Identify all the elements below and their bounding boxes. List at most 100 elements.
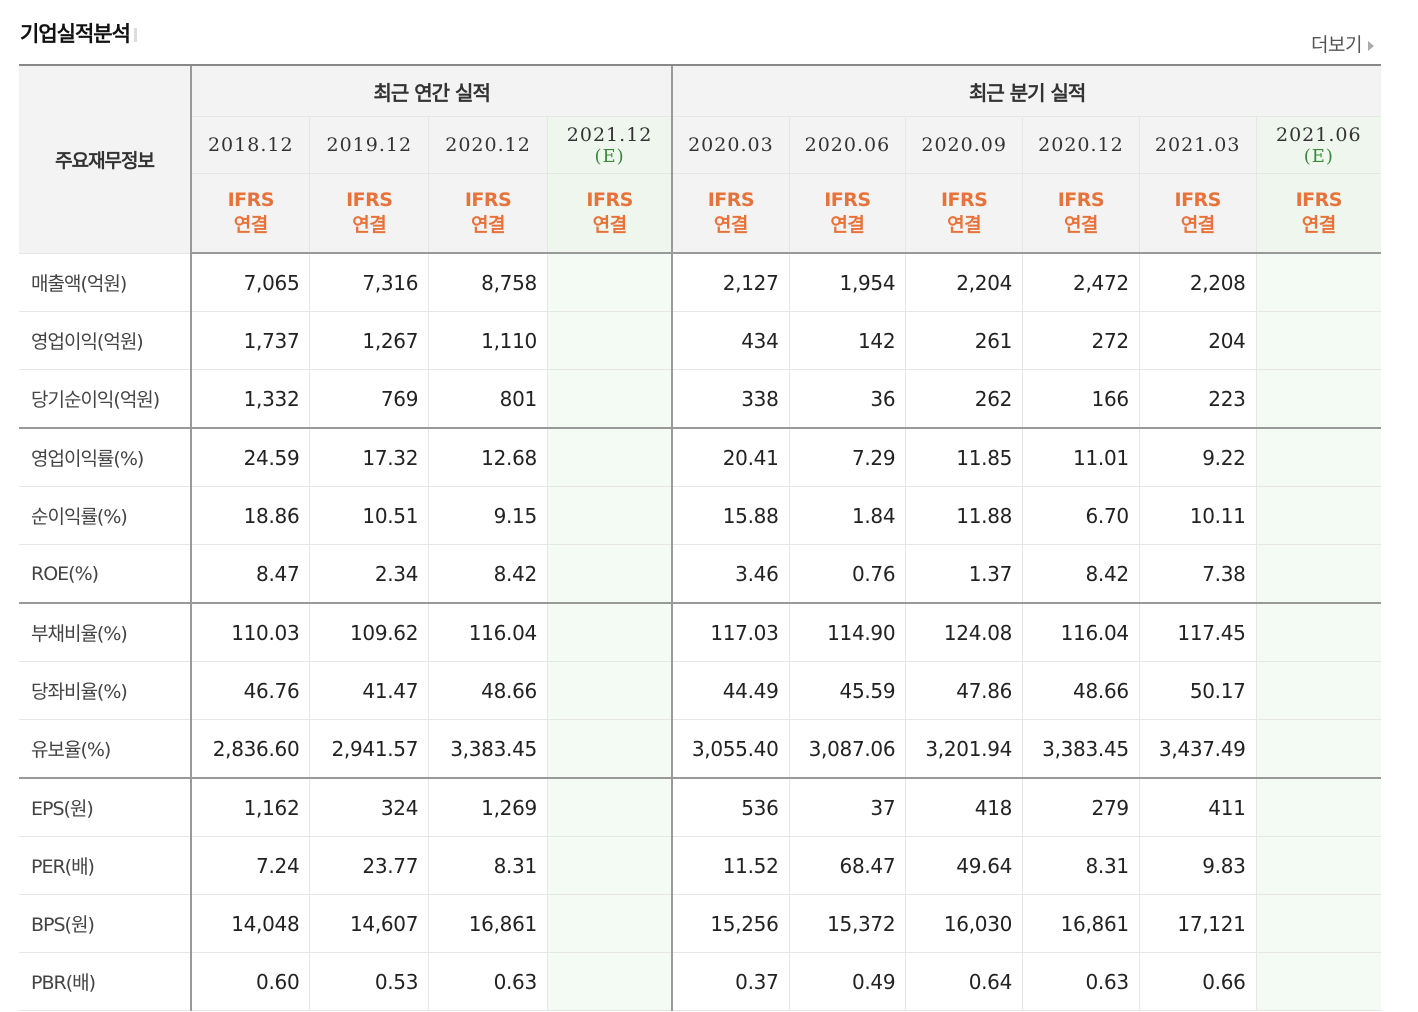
table-row: 순이익률(%) 18.86 10.51 9.15 15.88 1.84 11.88 6.70 1… [19,486,1381,545]
table-cell: 9.15 [428,486,548,545]
table-cell: 20.41 [671,428,790,487]
financial-summary-table: 주요재무정보 최근 연간 실적 최근 분기 실적 2018.12 2019.12 2020… [19,64,1381,1011]
row-label: 순이익률(%) [19,486,192,545]
more-link[interactable]: 더보기 [1311,30,1374,57]
table-cell [1255,369,1381,429]
quarter-group-header: 최근 분기 실적 [671,64,1381,117]
table-cell [1255,603,1381,662]
row-label: PER(배) [19,836,192,895]
table-row: 영업이익(억원) 1,737 1,267 1,110 434 142 261 272 204 [19,311,1381,370]
table-cell: 411 [1138,778,1257,837]
period-label: 2021.12 [566,123,653,146]
ifrs-label: IFRS [824,189,871,211]
period-label: 2020.03 [688,134,774,156]
header-group-row: 주요재무정보 최근 연간 실적 최근 분기 실적 [19,64,1381,254]
table-cell: 114.90 [788,603,906,662]
table-cell: 3,383.45 [1022,719,1140,779]
table-cell [1255,778,1381,837]
table-row: 영업이익률(%) 24.59 17.32 12.68 20.41 7.29 11.85 11.… [19,428,1381,487]
basis-label: 연결 [1301,214,1336,236]
table-cell: 11.88 [905,486,1023,545]
table-cell: 11.52 [671,836,790,895]
table-cell: 2,208 [1138,253,1257,312]
period-label: 2020.09 [921,134,1007,156]
table-cell [546,778,673,837]
period-header: 2020.03 [671,116,790,174]
table-cell [546,369,673,429]
table-cell: 2,472 [1022,253,1140,312]
table-cell: 0.53 [309,952,429,1011]
table-cell: 2,836.60 [190,719,310,779]
table-cell: 9.83 [1138,836,1257,895]
table-cell: 117.45 [1138,603,1257,662]
table-cell: 279 [1022,778,1140,837]
table-row: 매출액(억원) 7,065 7,316 8,758 2,127 1,954 2,204 2,4… [19,253,1381,312]
period-label: 2020.12 [1038,134,1124,156]
table-cell: 17,121 [1138,894,1257,953]
table-cell [1255,253,1381,312]
table-cell [546,544,673,604]
table-cell: 110.03 [190,603,310,662]
basis-header: IFRS 연결 [1138,173,1257,254]
period-header: 2019.12 [309,116,429,174]
basis-header: IFRS 연결 [190,173,310,254]
table-row: PBR(배) 0.60 0.53 0.63 0.37 0.49 0.64 0.63 0.66 [19,952,1381,1011]
more-link-label: 더보기 [1311,34,1362,56]
ifrs-label: IFRS [227,189,275,211]
basis-header: IFRS 연결 [905,173,1023,254]
table-cell: 14,607 [309,894,429,953]
row-label: 당기순이익(억원) [19,369,192,429]
row-label: 부채비율(%) [19,603,192,662]
table-cell: 48.66 [428,661,548,720]
table-cell: 3,055.40 [671,719,790,779]
ifrs-label: IFRS [707,189,755,211]
period-header: 2020.06 [788,116,906,174]
ifrs-label: IFRS [586,189,633,211]
table-cell: 2,204 [905,253,1023,312]
basis-header: IFRS 연결 [428,173,548,254]
table-cell: 3,087.06 [788,719,906,779]
table-cell: 7,065 [190,253,310,312]
table-cell [546,428,673,487]
table-cell: 15,256 [671,894,790,953]
table-cell: 7.38 [1138,544,1257,604]
section-title: 기업실적분석 [20,18,137,48]
period-label: 2018.12 [207,134,294,156]
table-cell: 3.46 [671,544,790,604]
table-row: EPS(원) 1,162 324 1,269 536 37 418 279 411 [19,778,1381,837]
chevron-right-icon [1368,40,1374,51]
row-label: BPS(원) [19,894,192,953]
basis-label: 연결 [1063,214,1098,236]
table-cell: 44.49 [671,661,790,720]
ifrs-label: IFRS [1174,189,1222,211]
table-cell: 1,737 [190,311,310,370]
table-cell [546,661,673,720]
table-cell: 1.84 [788,486,906,545]
basis-label: 연결 [947,214,982,236]
period-header: 2021.06 (E) [1255,116,1381,174]
period-label: 2020.12 [445,134,531,156]
table-row: PER(배) 7.24 23.77 8.31 11.52 68.47 49.64 8.31 9.… [19,836,1381,895]
table-row: 유보율(%) 2,836.60 2,941.57 3,383.45 3,055.40 3,… [19,719,1381,779]
table-cell: 50.17 [1138,661,1257,720]
basis-label: 연결 [352,214,387,236]
table-cell [1255,311,1381,370]
period-header: 2018.12 [190,116,310,174]
period-header: 2020.09 [905,116,1023,174]
table-cell: 142 [788,311,906,370]
period-header: 2020.12 [1022,116,1140,174]
estimate-marker: (E) [594,145,625,167]
basis-header: IFRS 연결 [309,173,429,254]
row-label: ROE(%) [19,544,192,604]
table-cell [1255,486,1381,545]
table-cell: 18.86 [190,486,310,545]
table-cell [1255,719,1381,779]
table-cell: 2,941.57 [309,719,429,779]
table-cell: 166 [1022,369,1140,429]
table-cell: 48.66 [1022,661,1140,720]
table-cell: 262 [905,369,1023,429]
table-cell: 223 [1138,369,1257,429]
table-cell: 24.59 [190,428,310,487]
table-cell [546,836,673,895]
table-row: 당좌비율(%) 46.76 41.47 48.66 44.49 45.59 47.86 48.… [19,661,1381,720]
